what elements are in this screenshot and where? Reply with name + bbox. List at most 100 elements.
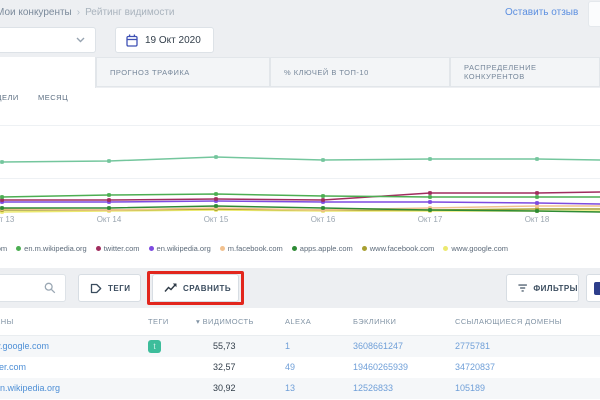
tag-badge[interactable]: t: [148, 340, 161, 353]
table-row: www.google.com t 55,73 1 3608661247 2775781: [0, 336, 600, 357]
tab-visibility-active[interactable]: [0, 57, 96, 88]
series-line-com: [2, 157, 600, 162]
data-point[interactable]: [107, 206, 111, 210]
legend-item-twitter.com[interactable]: twitter.com: [96, 244, 140, 253]
referring-domains-link[interactable]: 2775781: [455, 336, 490, 357]
data-point[interactable]: [428, 208, 432, 212]
legend-label: www.google.com: [451, 244, 508, 253]
legend-label: com: [0, 244, 7, 253]
data-point[interactable]: [214, 204, 218, 208]
legend-item-en.wikipedia.org[interactable]: en.wikipedia.org: [149, 244, 211, 253]
export-icon: [594, 282, 600, 295]
x-tick-label: Окт 14: [97, 215, 122, 224]
project-dropdown[interactable]: [0, 27, 96, 53]
data-point[interactable]: [214, 155, 218, 159]
legend-dot-icon: [220, 246, 225, 251]
legend-dot-icon: [96, 246, 101, 251]
chart-legend: com en.m.wikipedia.org twitter.com en.wikip…: [0, 244, 508, 253]
data-point[interactable]: [428, 157, 432, 161]
data-point[interactable]: [0, 160, 4, 164]
legend-item-www.facebook.com[interactable]: www.facebook.com: [362, 244, 435, 253]
filters-button-label: ФИЛЬТРЫ: [533, 284, 578, 293]
visibility-value: 55,73: [213, 336, 236, 357]
x-tick-label: Окт 18: [525, 215, 550, 224]
top-right-button-fragment[interactable]: [588, 1, 600, 27]
data-point[interactable]: [535, 209, 539, 213]
backlinks-link[interactable]: 19460265939: [353, 357, 408, 378]
data-point[interactable]: [321, 158, 325, 162]
legend-label: twitter.com: [104, 244, 140, 253]
data-point[interactable]: [214, 192, 218, 196]
alexa-rank-link[interactable]: 13: [285, 378, 295, 399]
legend-label: m.facebook.com: [228, 244, 283, 253]
legend-dot-icon: [443, 246, 448, 251]
filters-button[interactable]: ФИЛЬТРЫ: [506, 274, 579, 302]
data-point[interactable]: [428, 195, 432, 199]
backlinks-link[interactable]: 12526833: [353, 378, 393, 399]
feedback-link[interactable]: Оставить отзыв: [505, 7, 578, 18]
tab-3[interactable]: РАСПРЕДЕЛЕНИЕ КОНКУРЕНТОВ: [450, 57, 600, 87]
legend-item-m.facebook.com[interactable]: m.facebook.com: [220, 244, 283, 253]
tab-1[interactable]: ПРОГНОЗ ТРАФИКА: [96, 57, 270, 87]
data-point[interactable]: [535, 157, 539, 161]
column-header-5[interactable]: БЭКЛИНКИ: [353, 317, 396, 326]
alexa-rank-link[interactable]: 49: [285, 357, 295, 378]
filter-icon: [518, 283, 527, 293]
table-row: en.wikipedia.org30,921312526833105189: [0, 378, 600, 399]
legend-label: en.wikipedia.org: [157, 244, 211, 253]
x-tick-label: Окт 15: [204, 215, 229, 224]
data-point[interactable]: [428, 191, 432, 195]
referring-domains-link[interactable]: 34720837: [455, 357, 495, 378]
tags-button[interactable]: ТЕГИ: [78, 274, 141, 302]
data-point[interactable]: [321, 206, 325, 210]
legend-item-en.m.wikipedia.org[interactable]: en.m.wikipedia.org: [16, 244, 87, 253]
calendar-icon: [126, 34, 138, 47]
x-axis-labels: Окт 13Окт 14Окт 15Окт 16Окт 17Окт 18: [0, 215, 600, 227]
x-tick-label: Окт 13: [0, 215, 14, 224]
legend-label: en.m.wikipedia.org: [24, 244, 87, 253]
data-point[interactable]: [214, 197, 218, 201]
data-point[interactable]: [0, 195, 4, 199]
domain-link[interactable]: www.google.com: [0, 336, 49, 357]
table-row: twitter.com32,57491946026593934720837: [0, 357, 600, 378]
data-point[interactable]: [535, 195, 539, 199]
data-point[interactable]: [0, 206, 4, 210]
tab-2[interactable]: % КЛЮЧЕЙ В ТОП-10: [270, 57, 450, 87]
data-point[interactable]: [107, 159, 111, 163]
date-picker-button[interactable]: 19 Окт 2020: [115, 27, 214, 53]
data-point[interactable]: [321, 198, 325, 202]
data-point[interactable]: [321, 194, 325, 198]
data-point[interactable]: [428, 200, 432, 204]
referring-domains-link[interactable]: 105189: [455, 378, 485, 399]
data-point[interactable]: [535, 191, 539, 195]
backlinks-link[interactable]: 3608661247: [353, 336, 403, 357]
search-input[interactable]: [0, 274, 66, 302]
breadcrumb-parent[interactable]: Мои конкуренты: [0, 7, 72, 18]
compare-button[interactable]: СРАВНИТЬ: [152, 274, 239, 302]
compare-button-label: СРАВНИТЬ: [183, 284, 231, 293]
column-header-2[interactable]: ТЕГИ: [148, 317, 169, 326]
tag-icon: [90, 283, 102, 294]
legend-dot-icon: [292, 246, 297, 251]
domain-link[interactable]: en.wikipedia.org: [0, 378, 60, 399]
report-tabs: ПРОГНОЗ ТРАФИКА% КЛЮЧЕЙ В ТОП-10РАСПРЕДЕ…: [0, 57, 600, 88]
table-header-row: ДОМЕНЫ ТЕГИ ▾ ВИДИМОСТЬ ALEXA БЭКЛИНКИ ССЫЛАЮ…: [0, 308, 600, 336]
trend-line-icon: [164, 283, 177, 293]
data-point[interactable]: [535, 201, 539, 205]
alexa-rank-link[interactable]: 1: [285, 336, 290, 357]
domain-link[interactable]: twitter.com: [0, 357, 26, 378]
data-point[interactable]: [107, 198, 111, 202]
export-button-fragment[interactable]: [586, 274, 600, 302]
breadcrumb: Мои конкуренты›Рейтинг видимости: [0, 7, 175, 18]
breadcrumb-separator-icon: ›: [77, 7, 80, 18]
legend-item-apps.apple.com[interactable]: apps.apple.com: [292, 244, 353, 253]
legend-item-com[interactable]: com: [0, 244, 7, 253]
data-point[interactable]: [107, 193, 111, 197]
column-header-4[interactable]: ALEXA: [285, 317, 311, 326]
legend-label: www.facebook.com: [370, 244, 435, 253]
column-header-6[interactable]: ССЫЛАЮЩИЕСЯ ДОМЕНЫ: [455, 317, 562, 326]
legend-item-www.google.com[interactable]: www.google.com: [443, 244, 508, 253]
legend-dot-icon: [16, 246, 21, 251]
column-header-3[interactable]: ▾ ВИДИМОСТЬ: [196, 317, 254, 326]
column-header-1[interactable]: ДОМЕНЫ: [0, 317, 14, 326]
